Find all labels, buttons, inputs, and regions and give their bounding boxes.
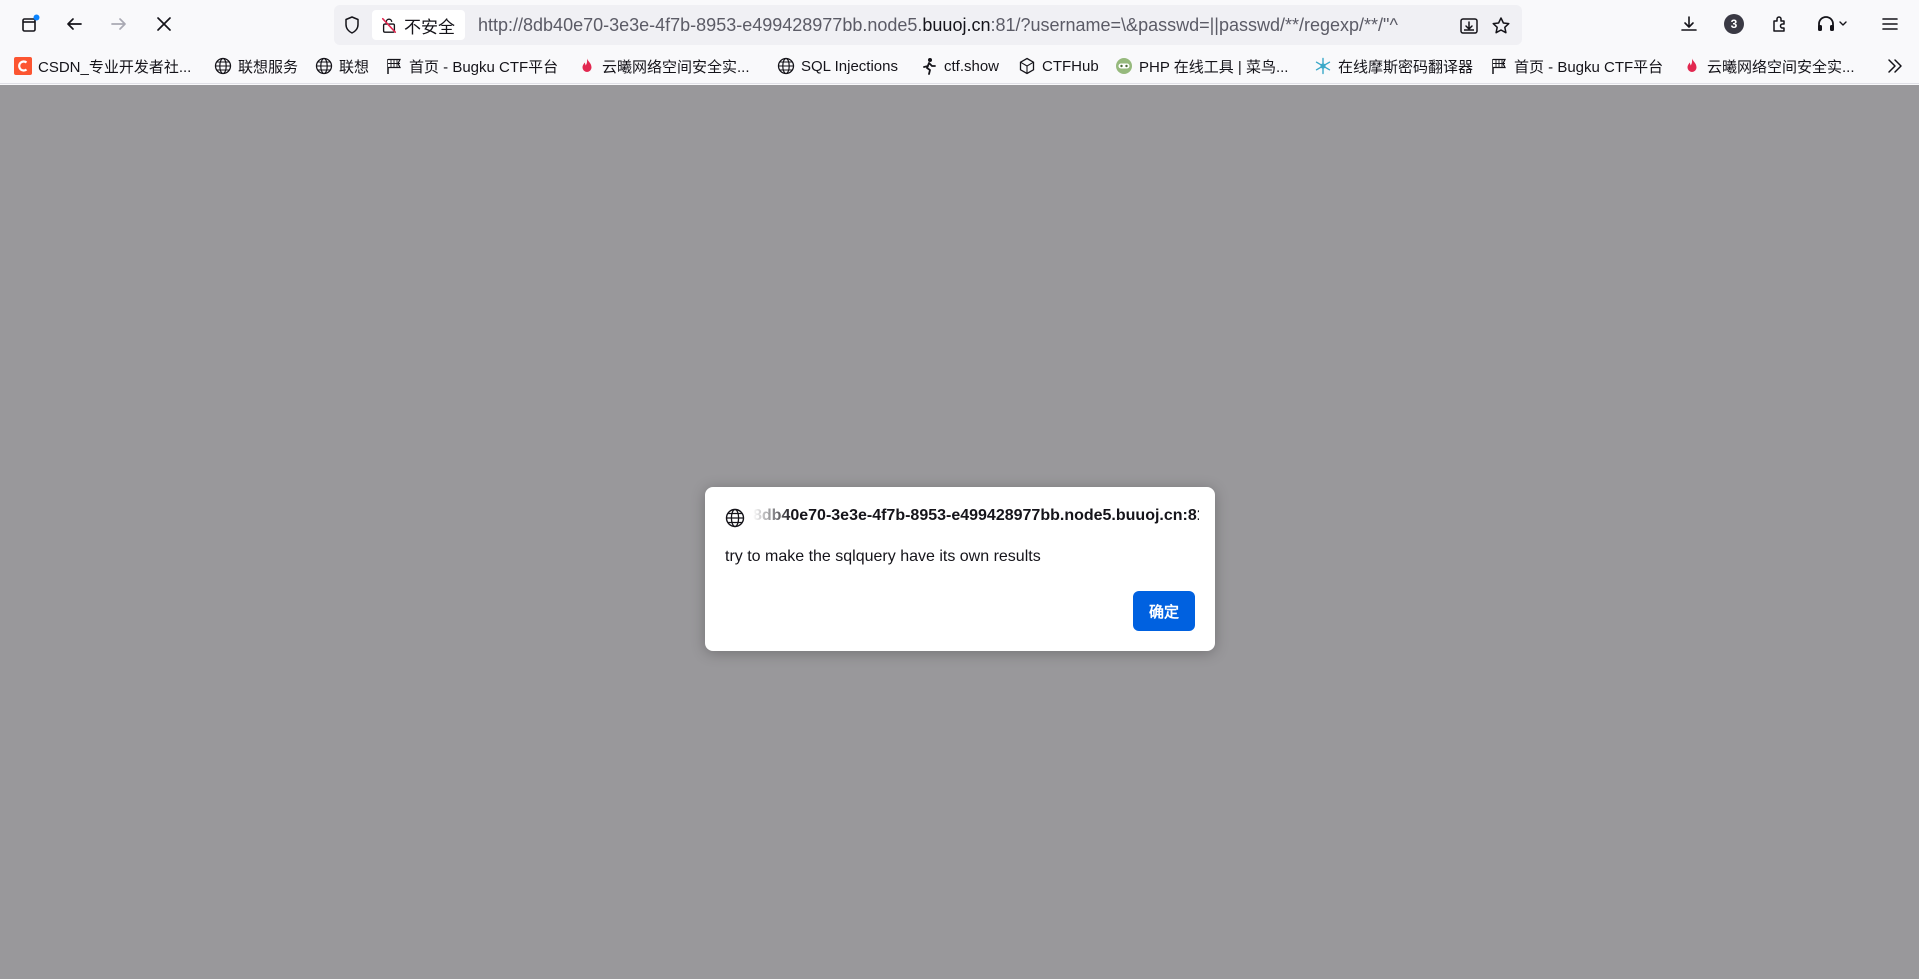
close-icon bbox=[157, 17, 171, 31]
hamburger-icon bbox=[1882, 18, 1898, 30]
flame-icon bbox=[578, 57, 596, 75]
bookmark-item[interactable]: 联想服务 bbox=[214, 48, 298, 84]
bookmarks-bar: CSDN_专业开发者社... 联想服务 联想 首页 - Bugku CTF平台 … bbox=[0, 48, 1919, 84]
flag-icon bbox=[385, 57, 403, 75]
runoob-icon bbox=[1115, 57, 1133, 75]
url-bar[interactable]: 不安全 http://8db40e70-3e3e-4f7b-8953-e4994… bbox=[334, 5, 1522, 45]
account-button[interactable] bbox=[1808, 6, 1856, 42]
menu-button[interactable] bbox=[1872, 6, 1908, 42]
bookmark-item[interactable]: PHP 在线工具 | 菜鸟... bbox=[1115, 48, 1288, 84]
dialog-message: try to make the sqlquery have its own re… bbox=[725, 548, 1041, 565]
container-badge-button[interactable]: 3 bbox=[1716, 6, 1752, 42]
bookmark-item[interactable]: SQL Injections bbox=[777, 48, 898, 84]
site-security-button[interactable]: 不安全 bbox=[372, 10, 465, 40]
bookmark-item[interactable]: 云曦网络空间安全实... bbox=[1683, 48, 1855, 84]
arrow-right-icon bbox=[111, 18, 126, 30]
dialog-origin: 8db40e70-3e3e-4f7b-8953-e499428977bb.nod… bbox=[753, 507, 1199, 524]
download-icon bbox=[1681, 16, 1697, 31]
arrow-left-icon bbox=[67, 18, 82, 30]
globe-icon bbox=[214, 57, 232, 75]
bookmark-item[interactable]: ctf.show bbox=[920, 48, 999, 84]
bookmark-item[interactable]: 首页 - Bugku CTF平台 bbox=[1490, 48, 1663, 84]
broken-lock-icon bbox=[381, 17, 397, 33]
install-app-icon[interactable] bbox=[1458, 15, 1480, 37]
browser-toolbar: 不安全 http://8db40e70-3e3e-4f7b-8953-e4994… bbox=[0, 0, 1919, 48]
bookmark-item[interactable]: CSDN_专业开发者社... bbox=[14, 48, 191, 84]
security-label: 不安全 bbox=[404, 17, 455, 37]
count-badge: 3 bbox=[1724, 14, 1744, 34]
headset-icon bbox=[1818, 16, 1847, 31]
ok-button[interactable]: 确定 bbox=[1133, 591, 1195, 631]
url-text[interactable]: http://8db40e70-3e3e-4f7b-8953-e49942897… bbox=[478, 5, 1458, 45]
alert-dialog: 8db40e70-3e3e-4f7b-8953-e499428977bb.nod… bbox=[705, 487, 1215, 651]
bookmark-item[interactable]: 首页 - Bugku CTF平台 bbox=[385, 48, 558, 84]
bookmark-item[interactable]: 在线摩斯密码翻译器 bbox=[1314, 48, 1473, 84]
globe-icon bbox=[777, 57, 795, 75]
bookmark-item[interactable]: 联想 bbox=[315, 48, 369, 84]
page-content: 8db40e70-3e3e-4f7b-8953-e499428977bb.nod… bbox=[0, 85, 1919, 979]
dialog-origin-fade bbox=[753, 507, 793, 529]
bookmark-item[interactable]: 云曦网络空间安全实... bbox=[578, 48, 750, 84]
extensions-button[interactable] bbox=[1762, 6, 1798, 42]
stop-button[interactable] bbox=[146, 6, 182, 42]
globe-icon bbox=[315, 57, 333, 75]
back-button[interactable] bbox=[56, 6, 92, 42]
flag-icon bbox=[1490, 57, 1508, 75]
snowflake-icon bbox=[1314, 57, 1332, 75]
bookmark-item[interactable]: CTFHub bbox=[1018, 48, 1099, 84]
chevrons-right-icon[interactable] bbox=[1885, 56, 1905, 76]
csdn-icon bbox=[14, 57, 32, 75]
tab-overview-button[interactable] bbox=[12, 6, 48, 42]
shield-icon[interactable] bbox=[342, 15, 362, 35]
bookmark-star-icon[interactable] bbox=[1490, 15, 1512, 37]
downloads-button[interactable] bbox=[1671, 6, 1707, 42]
cube-icon bbox=[1018, 57, 1036, 75]
runner-icon bbox=[920, 57, 938, 75]
forward-button[interactable] bbox=[101, 6, 137, 42]
flame-icon bbox=[1683, 57, 1701, 75]
puzzle-icon bbox=[1773, 16, 1785, 32]
tabs-icon bbox=[22, 14, 40, 32]
globe-icon bbox=[725, 508, 745, 528]
